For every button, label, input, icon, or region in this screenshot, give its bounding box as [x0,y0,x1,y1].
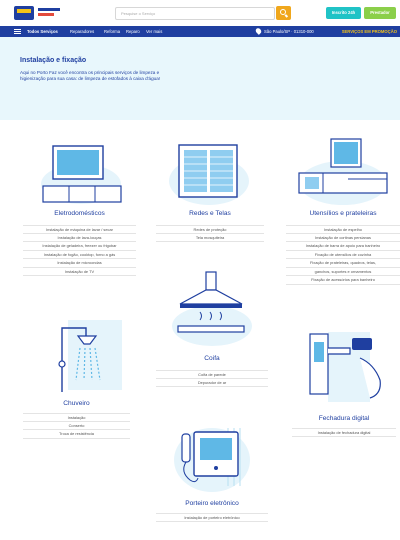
service-link[interactable]: Instalação de porteiro eletrônico [156,513,268,522]
category-title[interactable]: Utensílios e prateleiras [286,210,400,217]
service-link[interactable]: Instalação de fogão, cooktop, forno a gá… [23,251,136,259]
category-title[interactable]: Fechadura digital [292,415,396,422]
appliances-illustration [41,145,122,204]
service-link[interactable]: Tela mosquiteira [156,234,264,242]
menu-icon[interactable] [14,29,21,34]
service-list: Instalação de máquina de lavar / secar I… [23,225,136,276]
provider-button[interactable]: Prestador [364,7,396,19]
signup-button[interactable]: Inscrito 24h [326,7,361,19]
service-list: Redes de proteção Tela mosquiteira [156,225,264,242]
service-link[interactable]: Instalação de TV [23,268,136,276]
page-title: Instalação e fixação [20,57,87,64]
service-link[interactable]: Instalação de lava-louças [23,234,136,242]
promo-link[interactable]: SERVIÇOS EM PROMOÇÃO [339,26,400,37]
hero-banner: Instalação e fixação Aqui no Porto Faz v… [0,37,400,120]
service-link[interactable]: ganchos, suportes e ornamentos [286,268,400,276]
banner-description: Aqui no Porto Faz você encontra os princ… [20,70,161,82]
service-list: Instalação de porteiro eletrônico [156,513,268,522]
location-text[interactable]: São Paulo/SP · 01310-000 [264,29,314,34]
service-link[interactable]: Fixação de prateleiras, quadros, telas, [286,259,400,268]
intercom-illustration [174,428,250,492]
service-link[interactable]: Instalação [23,413,130,422]
search-icon [280,9,286,15]
service-link[interactable]: Conserto [23,422,130,430]
nets-illustration [169,144,249,205]
top-header: Pesquise o Serviço Inscrito 24h Prestado… [0,0,400,26]
service-link[interactable]: Instalação de máquina de lavar / secar [23,225,136,234]
location-pin-icon [254,27,263,35]
search-button[interactable] [276,6,291,20]
nav-link[interactable]: Ver mais [146,29,162,34]
nav-link[interactable]: Reparo [126,29,140,34]
shower-illustration [58,320,122,392]
service-link[interactable]: Instalação de microondas [23,259,136,268]
service-list: Coifa de parede Depurador de ar [156,370,268,387]
main-nav: Todos Serviços Reparadores Reforma Repar… [0,26,400,37]
service-link[interactable]: Instalação de espelho [286,225,400,234]
category-title[interactable]: Redes e Telas [156,210,264,217]
porto-seguro-logo-icon [38,8,60,18]
all-services-link[interactable]: Todos Serviços [27,29,58,34]
service-link[interactable]: Instalação de geladeira, freezer ou frig… [23,242,136,251]
service-link[interactable]: Fixação de utensílios de cozinha [286,251,400,259]
category-title[interactable]: Eletrodomésticos [23,210,136,217]
service-link[interactable]: Depurador de ar [156,379,268,387]
nav-link[interactable]: Reforma [104,29,120,34]
digital-lock-illustration [309,332,381,402]
service-link[interactable]: Coifa de parede [156,370,268,379]
range-hood-illustration [172,271,252,346]
service-link[interactable]: Fixação de acessórios para banheiro [286,276,400,285]
shelves-illustration [298,138,388,205]
category-title[interactable]: Coifa [156,355,268,362]
service-list: Instalação de fechadura digital [292,428,396,437]
search-input[interactable]: Pesquise o Serviço [115,7,275,20]
porto-faz-logo-icon[interactable] [14,6,34,20]
service-link[interactable]: Instalação de fechadura digital [292,428,396,437]
nav-link[interactable]: Reparadores [70,29,94,34]
service-list: Instalação Conserto Troca de resistência [23,413,130,439]
service-list: Instalação de espelho Instalação de cort… [286,225,400,285]
category-title[interactable]: Chuveiro [23,400,130,407]
service-link[interactable]: Instalação de barra de apoio para banhei… [286,242,400,251]
category-title[interactable]: Porteiro eletrônico [156,500,268,507]
service-link[interactable]: Troca de resistência [23,430,130,439]
service-link[interactable]: Instalação de cortinas persianas [286,234,400,242]
service-link[interactable]: Redes de proteção [156,225,264,234]
